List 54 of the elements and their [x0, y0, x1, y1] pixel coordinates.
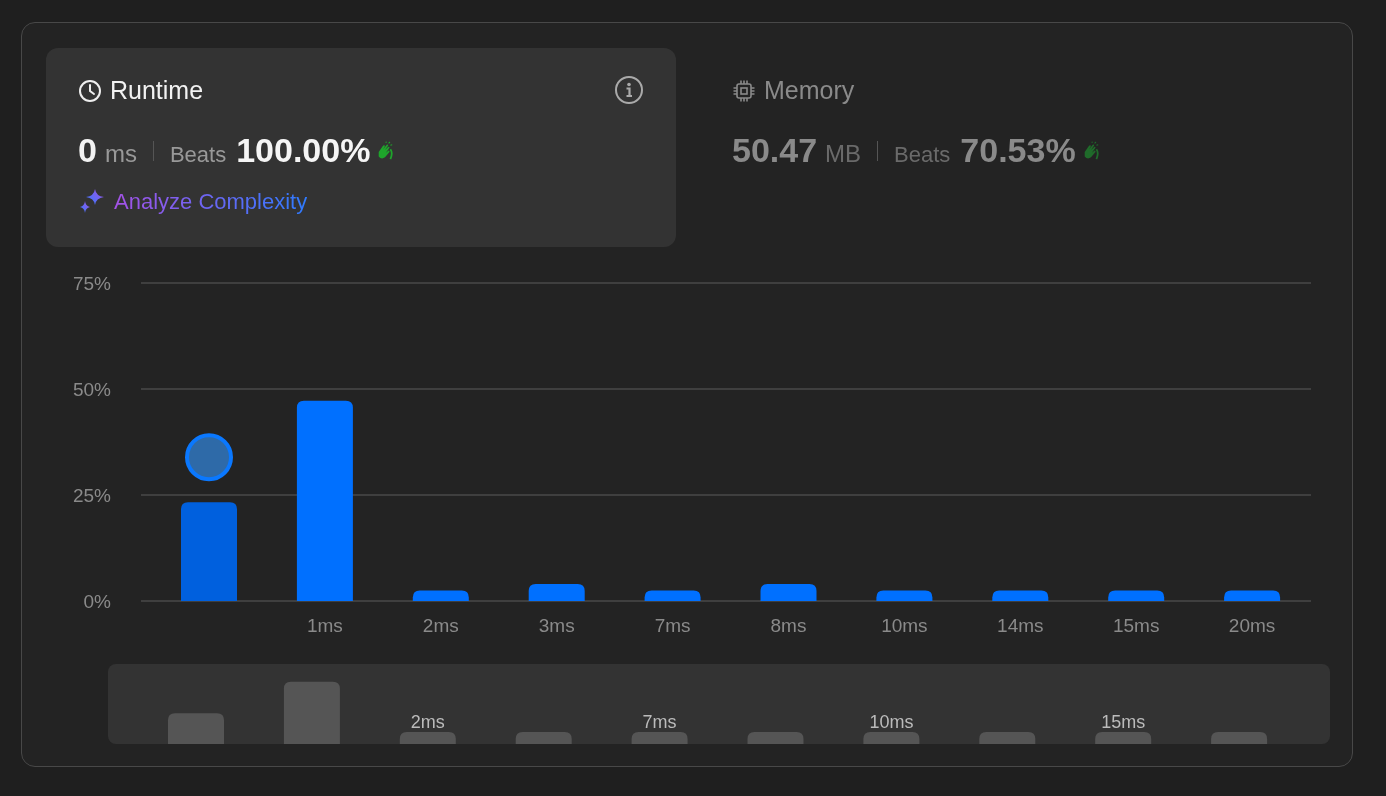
clapping-hands-icon — [376, 140, 395, 161]
x-tick-label: 20ms — [1228, 615, 1276, 636]
navigator-bar — [863, 732, 920, 744]
x-tick-label: 8ms — [770, 615, 807, 636]
navigator-bar — [515, 732, 572, 744]
navigator-bar — [1211, 732, 1268, 744]
y-tick-label: 75% — [72, 273, 111, 294]
bar[interactable] — [644, 590, 701, 601]
chip-icon — [732, 78, 756, 103]
navigator-label: 15ms — [1101, 712, 1146, 732]
bar[interactable] — [1108, 590, 1165, 601]
navigator-label: 7ms — [642, 712, 677, 732]
navigator-bar — [399, 732, 456, 744]
x-tick-label: 7ms — [654, 615, 691, 636]
panel-title: Runtime — [110, 76, 204, 105]
metric-unit: ms — [104, 140, 137, 168]
navigator-bar — [168, 713, 224, 744]
beats-percentage: 70.53% — [960, 131, 1076, 170]
range-navigator[interactable]: 2ms 7ms 10ms 15ms — [108, 664, 1330, 744]
metric-value: 50.47 — [732, 131, 818, 170]
x-tick-label: 15ms — [1112, 615, 1160, 636]
memory-panel[interactable]: Memory 50.47 MB Beats 70.53% — [732, 48, 1292, 247]
y-tick-label: 25% — [72, 485, 111, 506]
navigator-bar — [747, 732, 804, 744]
beats-percentage: 100.00% — [236, 131, 371, 170]
y-tick-label: 0% — [83, 591, 111, 612]
navigator-label: 2ms — [410, 712, 445, 732]
metric-value: 0 — [78, 131, 97, 170]
navigator-bar — [979, 732, 1036, 744]
bar[interactable] — [412, 590, 469, 601]
x-tick-label: 10ms — [881, 615, 928, 636]
beats-label: Beats — [894, 142, 951, 168]
panel-title: Memory — [764, 76, 855, 105]
avatar — [185, 433, 233, 482]
bar[interactable] — [876, 590, 933, 601]
navigator-bar — [1095, 732, 1152, 744]
navigator-bar — [283, 681, 340, 744]
navigator-label: 10ms — [869, 712, 914, 732]
x-tick-label: 3ms — [538, 615, 575, 636]
metric-unit: MB — [825, 140, 862, 168]
bar[interactable] — [992, 590, 1049, 601]
bar[interactable] — [528, 584, 585, 601]
info-icon[interactable] — [614, 75, 644, 105]
y-tick-label: 50% — [72, 379, 111, 400]
bar[interactable] — [1224, 590, 1281, 601]
navigator-bar — [631, 732, 688, 744]
x-tick-label: 2ms — [422, 615, 459, 636]
clock-icon — [78, 78, 102, 103]
runtime-panel[interactable]: Runtime 0 ms Beats 100.00% Analyze Complexity — [46, 48, 676, 247]
x-tick-label: 1ms — [306, 615, 343, 636]
x-tick-label: 14ms — [997, 615, 1044, 636]
bar[interactable] — [760, 584, 817, 601]
bar[interactable] — [296, 400, 353, 601]
beats-label: Beats — [169, 142, 227, 168]
